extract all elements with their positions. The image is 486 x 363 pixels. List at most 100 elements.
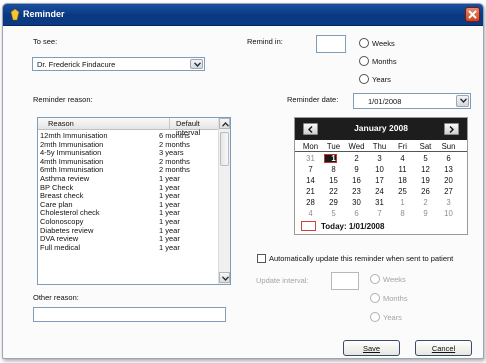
scroll-up-button[interactable] — [219, 118, 230, 129]
calendar-day[interactable]: 1 — [393, 198, 412, 207]
list-item[interactable]: BP Check 1 year — [38, 183, 218, 192]
calendar-day[interactable]: 7 — [370, 209, 389, 218]
calendar-month-title[interactable]: January 2008 — [295, 123, 467, 133]
remind-in-months-radio[interactable] — [359, 56, 369, 66]
cancel-button[interactable]: Cancel — [415, 340, 472, 356]
calendar-day[interactable]: 26 — [416, 187, 435, 196]
column-divider[interactable] — [169, 118, 170, 130]
calendar-day[interactable]: 23 — [347, 187, 366, 196]
list-item[interactable]: 6mth Immunisation 2 months — [38, 165, 218, 174]
chevron-down-icon — [222, 276, 229, 281]
reminder-reason-label: Reminder reason: — [33, 95, 93, 104]
calendar-day[interactable]: 2 — [347, 154, 366, 163]
calendar-day[interactable]: 10 — [439, 209, 458, 218]
calendar-day[interactable]: 5 — [416, 154, 435, 163]
list-item[interactable]: 4-5y Immunisation 3 years — [38, 148, 218, 157]
calendar-day[interactable]: 13 — [439, 165, 458, 174]
to-see-dropdown-button[interactable] — [190, 59, 203, 69]
calendar-day[interactable]: 31 — [370, 198, 389, 207]
calendar-day[interactable]: 8 — [393, 209, 412, 218]
reminder-date-value: 1/01/2008 — [368, 97, 402, 106]
calendar-day[interactable]: 3 — [370, 154, 389, 163]
calendar-day[interactable]: 29 — [324, 198, 343, 207]
reminder-app-icon — [10, 9, 20, 21]
list-item[interactable]: Breast check 1 year — [38, 191, 218, 200]
calendar-header: January 2008 — [295, 118, 467, 140]
next-month-button[interactable] — [444, 123, 459, 135]
list-item[interactable]: 2mth Immunisation 2 months — [38, 140, 218, 149]
remind-in-years-radio[interactable] — [359, 74, 369, 84]
calendar-day[interactable]: 27 — [439, 187, 458, 196]
update-interval-label: Update interval: — [256, 276, 309, 285]
list-item[interactable]: DVA review 1 year — [38, 234, 218, 243]
list-item[interactable]: Full medical 1 year — [38, 243, 218, 252]
update-interval-years-radio[interactable] — [370, 312, 380, 322]
calendar-day[interactable]: 28 — [301, 198, 320, 207]
auto-update-checkbox[interactable] — [257, 254, 266, 263]
scroll-down-button[interactable] — [219, 272, 230, 283]
calendar-day[interactable]: 1 — [324, 154, 343, 163]
list-item[interactable]: 12mth Immunisation 6 months — [38, 131, 218, 140]
reminder-date-label: Reminder date: — [287, 95, 339, 104]
calendar-day[interactable]: 4 — [301, 209, 320, 218]
date-dropdown-button[interactable] — [456, 95, 469, 107]
calendar-day[interactable]: 24 — [370, 187, 389, 196]
scroll-thumb[interactable] — [220, 132, 229, 166]
calendar-day[interactable]: 10 — [370, 165, 389, 174]
calendar-day[interactable]: 21 — [301, 187, 320, 196]
calendar-day[interactable]: 3 — [439, 198, 458, 207]
calendar-day[interactable]: 7 — [301, 165, 320, 174]
remind-in-input[interactable] — [316, 35, 346, 53]
month-calendar[interactable]: January 2008 Mon Tue Wed Thu Fri Sat Sun… — [294, 117, 468, 235]
update-interval-months-radio[interactable] — [370, 293, 380, 303]
to-see-dropdown[interactable]: Dr. Frederick Findacure — [32, 57, 205, 71]
close-button[interactable] — [465, 7, 480, 22]
other-reason-input[interactable] — [33, 307, 226, 322]
calendar-day[interactable]: 14 — [301, 176, 320, 185]
calendar-day[interactable]: 22 — [324, 187, 343, 196]
calendar-day[interactable]: 31 — [301, 154, 320, 163]
close-icon — [468, 10, 477, 19]
calendar-day[interactable]: 19 — [416, 176, 435, 185]
weekday-label: Fri — [397, 142, 408, 151]
weekday-label: Sat — [419, 142, 432, 151]
calendar-day[interactable]: 5 — [324, 209, 343, 218]
calendar-day[interactable]: 18 — [393, 176, 412, 185]
calendar-day[interactable]: 2 — [416, 198, 435, 207]
calendar-day[interactable]: 12 — [416, 165, 435, 174]
list-item[interactable]: Care plan 1 year — [38, 200, 218, 209]
calendar-day[interactable]: 4 — [393, 154, 412, 163]
calendar-day[interactable]: 6 — [439, 154, 458, 163]
save-button[interactable]: Save — [343, 340, 400, 356]
calendar-day[interactable]: 6 — [347, 209, 366, 218]
today-marker — [301, 221, 316, 231]
calendar-day[interactable]: 15 — [324, 176, 343, 185]
calendar-day[interactable]: 25 — [393, 187, 412, 196]
list-item[interactable]: Diabetes review 1 year — [38, 226, 218, 235]
save-button-label: Save — [362, 344, 381, 353]
calendar-day[interactable]: 11 — [393, 165, 412, 174]
calendar-day[interactable]: 20 — [439, 176, 458, 185]
list-item[interactable]: Cholesterol check 1 year — [38, 208, 218, 217]
remind-in-weeks-radio[interactable] — [359, 38, 369, 48]
calendar-day[interactable]: 8 — [324, 165, 343, 174]
reminder-date-picker[interactable]: 1/01/2008 — [353, 93, 471, 109]
calendar-day[interactable]: 17 — [370, 176, 389, 185]
list-item[interactable]: 4mth Immunisation 2 months — [38, 157, 218, 166]
calendar-day[interactable]: 9 — [416, 209, 435, 218]
today-label[interactable]: Today: 1/01/2008 — [321, 222, 384, 231]
update-interval-input[interactable] — [331, 272, 359, 290]
calendar-day[interactable]: 16 — [347, 176, 366, 185]
list-item[interactable]: Asthma review 1 year — [38, 174, 218, 183]
reminder-window: Reminder To see: Dr. Frederick Findacure… — [2, 3, 484, 359]
update-interval-weeks-radio[interactable] — [370, 274, 380, 284]
calendar-day[interactable]: 9 — [347, 165, 366, 174]
reminder-reason-list[interactable]: Reason Default interval 12mth Immunisati… — [37, 117, 231, 285]
update-interval-years-label: Years — [383, 313, 402, 322]
list-item[interactable]: Colonoscopy 1 year — [38, 217, 218, 226]
list-header: Reason Default interval — [38, 118, 218, 137]
list-scrollbar[interactable] — [218, 118, 230, 284]
calendar-day[interactable]: 30 — [347, 198, 366, 207]
weekday-label: Tue — [326, 142, 341, 151]
column-header-reason[interactable]: Reason — [48, 119, 74, 128]
